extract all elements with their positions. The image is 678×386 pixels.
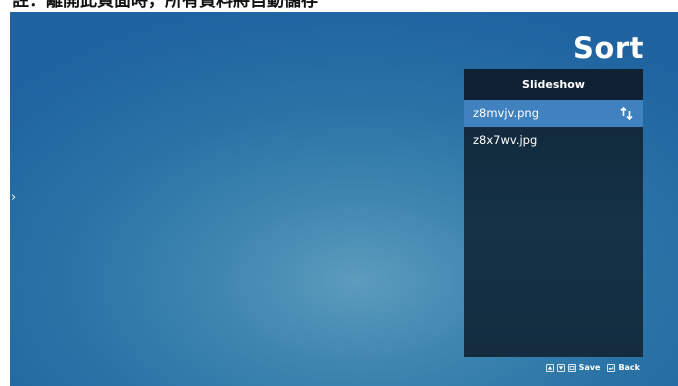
file-item[interactable]: z8x7wv.jpg [464, 127, 643, 154]
panel-header: Slideshow [464, 69, 643, 100]
down-key-icon [556, 364, 565, 372]
key-hint-bar: Save Back [545, 363, 644, 373]
file-name: z8mvjv.png [473, 106, 540, 120]
save-hint-label: Save [578, 363, 601, 372]
file-name: z8x7wv.jpg [473, 133, 538, 147]
page-caption: 註：離開此頁面時，所有資料將自動儲存 [12, 0, 318, 11]
ok-key-icon [567, 364, 576, 372]
sort-arrows-icon[interactable] [619, 106, 634, 121]
page-title: Sort [573, 31, 644, 65]
back-key-icon [607, 364, 616, 372]
file-item-selected[interactable]: z8mvjv.png [464, 100, 643, 127]
back-hint-label: Back [618, 363, 640, 372]
chevron-right-icon[interactable]: › [11, 190, 16, 206]
up-key-icon [545, 364, 554, 372]
sort-screen: › Sort Slideshow z8mvjv.png z8x7wv.jpg S… [10, 12, 678, 386]
playlist-panel: Slideshow z8mvjv.png z8x7wv.jpg [464, 69, 643, 357]
page: 註：離開此頁面時，所有資料將自動儲存 › Sort Slideshow z8mv… [0, 0, 678, 386]
